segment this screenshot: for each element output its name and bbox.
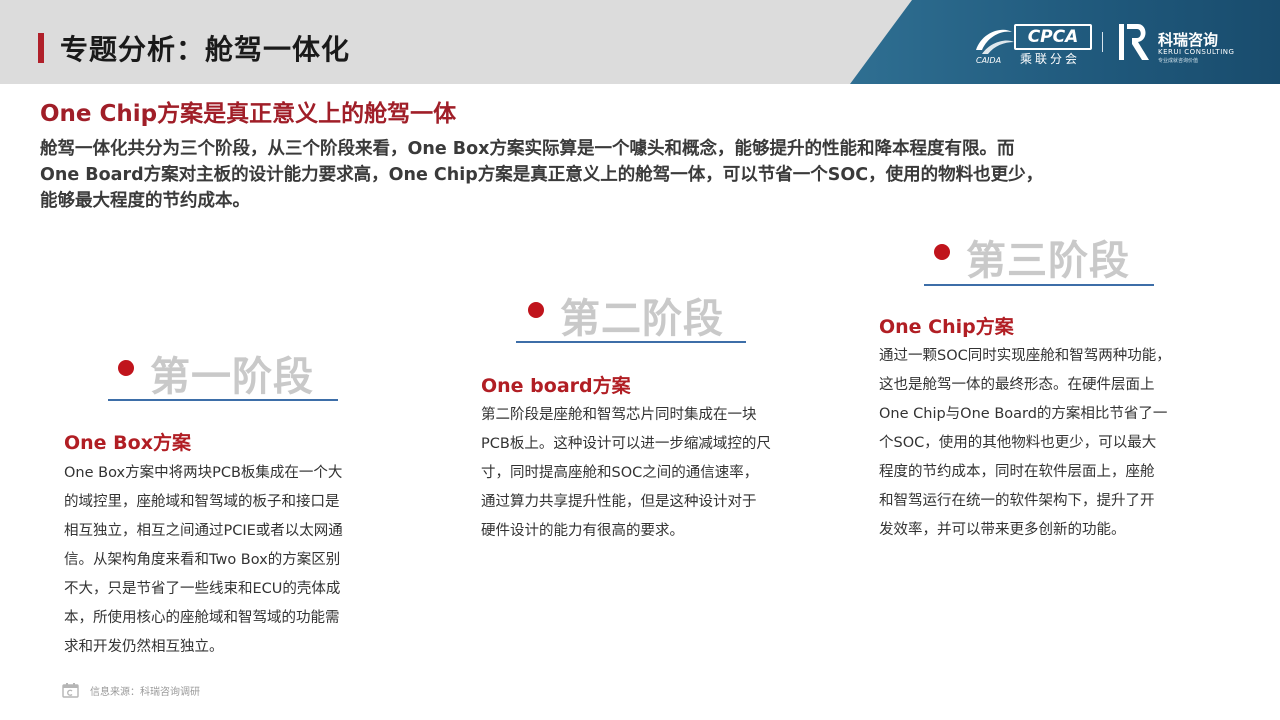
kerui-logo-text: 科瑞咨询 — [1158, 31, 1219, 49]
body-line: 第二阶段是座舱和智驾芯片同时集成在一块 — [481, 407, 757, 423]
body-line: 这也是舱驾一体的最终形态。在硬件层面上 — [879, 377, 1155, 393]
body-line: 的域控里，座舱域和智驾域的板子和接口是 — [64, 494, 340, 510]
stage-1-label: 第一阶段 — [150, 354, 314, 400]
intro-line: 舱驾一体化共分为三个阶段，从三个阶段来看，One Box方案实际算是一个噱头和概… — [40, 139, 1015, 159]
kerui-logo-tagline: 专业成就咨询价值 — [1158, 58, 1199, 64]
kerui-logo-subtext: KERUI CONSULTING — [1158, 48, 1235, 56]
bullet-dot-icon — [118, 360, 134, 376]
stage-2-label: 第二阶段 — [560, 296, 724, 342]
source-text: 信息来源：科瑞咨询调研 — [90, 687, 200, 698]
body-line: 求和开发仍然相互独立。 — [64, 639, 224, 655]
body-line: 通过算力共享提升性能，但是这种设计对于 — [481, 494, 757, 510]
intro-line: One Board方案对主板的设计能力要求高，One Chip方案是真正意义上的… — [40, 165, 1044, 185]
body-line: 寸，同时提高座舱和SOC之间的通信速率， — [481, 465, 759, 481]
intro-line: 能够最大程度的节约成本。 — [40, 191, 250, 211]
bullet-dot-icon — [934, 244, 950, 260]
body-line: 本，所使用核心的座舱域和智驾域的功能需 — [64, 610, 340, 626]
stage-2-plan-body: 第二阶段是座舱和智驾芯片同时集成在一块 PCB板上。这种设计可以进一步缩减域控的… — [481, 401, 771, 546]
body-line: One Box方案中将两块PCB板集成在一个大 — [64, 465, 343, 481]
cpca-logo: CPCA 乘联分会 CAIDA — [972, 16, 1092, 68]
body-line: 通过一颗SOC同时实现座舱和智驾两种功能， — [879, 348, 1171, 364]
body-line: PCB板上。这种设计可以进一步缩减域控的尺 — [481, 436, 771, 452]
header-accent-bar — [38, 33, 44, 63]
stage-3-label: 第三阶段 — [966, 238, 1130, 284]
intro-paragraph: 舱驾一体化共分为三个阶段，从三个阶段来看，One Box方案实际算是一个噱头和概… — [40, 136, 1240, 214]
body-line: 相互独立，相互之间通过PCIE或者以太网通 — [64, 523, 343, 539]
stage-1-plan-title: One Box方案 — [64, 432, 191, 454]
kerui-logo-icon — [1119, 24, 1149, 60]
calendar-icon — [62, 683, 79, 698]
stage-1-plan-body: One Box方案中将两块PCB板集成在一个大 的域控里，座舱域和智驾域的板子和… — [64, 459, 343, 662]
stage-1-underline — [108, 399, 338, 401]
body-line: One Chip与One Board的方案相比节省了一 — [879, 406, 1168, 422]
body-line: 硬件设计的能力有很高的要求。 — [481, 523, 684, 539]
body-line: 不大，只是节省了一些线束和ECU的壳体成 — [64, 581, 341, 597]
stage-3-plan-body: 通过一颗SOC同时实现座舱和智驾两种功能， 这也是舱驾一体的最终形态。在硬件层面… — [879, 342, 1171, 545]
cpca-logo-subtext: 乘联分会 — [1020, 52, 1081, 66]
stage-2-underline — [516, 341, 746, 343]
stage-3-plan-title: One Chip方案 — [879, 316, 1014, 338]
body-line: 信。从架构角度来看和Two Box的方案区别 — [64, 552, 341, 568]
body-line: 和智驾运行在统一的软件架构下，提升了开 — [879, 493, 1155, 509]
bullet-dot-icon — [528, 302, 544, 318]
body-line: 发效率，并可以带来更多创新的功能。 — [879, 522, 1126, 538]
logo-divider — [1102, 32, 1103, 52]
stage-3-underline — [924, 284, 1154, 286]
page-title: 专题分析：舱驾一体化 — [60, 33, 351, 66]
stage-2-plan-title: One board方案 — [481, 375, 631, 397]
body-line: 程度的节约成本，同时在软件层面上，座舱 — [879, 464, 1155, 480]
section-title: One Chip方案是真正意义上的舱驾一体 — [40, 101, 457, 127]
cpca-logo-icon — [976, 29, 1014, 54]
cpca-logo-text: CPCA — [1014, 24, 1092, 50]
body-line: 个SOC，使用的其他物料也更少，可以最大 — [879, 435, 1157, 451]
cpca-logo-mark-text: CAIDA — [976, 56, 1002, 65]
